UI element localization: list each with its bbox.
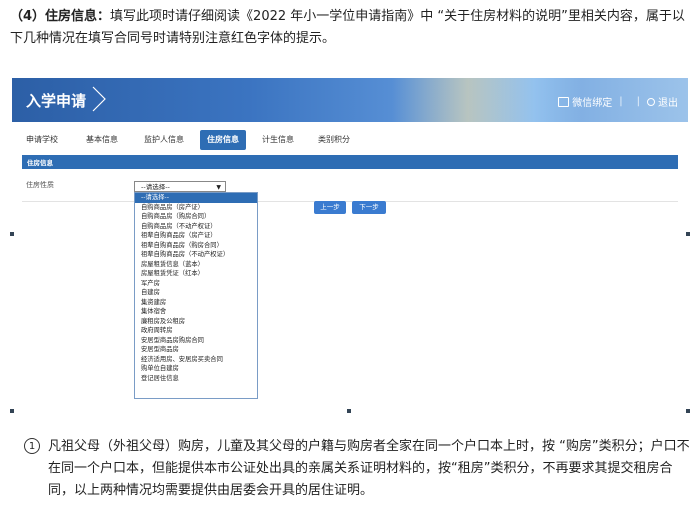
tab-guardian-info[interactable]: 监护人信息 <box>138 130 190 150</box>
dropdown-option[interactable]: 政府周转房 <box>135 326 257 336</box>
housing-type-select[interactable]: --请选择-- ▼ <box>134 181 226 192</box>
resize-handle <box>10 409 14 413</box>
form-row <box>22 169 678 202</box>
dropdown-option[interactable]: 经济适用房、安居房买卖合同 <box>135 355 257 365</box>
dropdown-option[interactable]: 祖辈自购商品房（不动产权证） <box>135 250 257 260</box>
next-step-button[interactable]: 下一步 <box>352 201 386 214</box>
dropdown-option[interactable]: 自建房 <box>135 288 257 298</box>
prev-step-button[interactable]: 上一步 <box>314 201 346 214</box>
chevron-right-icon <box>92 86 106 112</box>
tab-basic-info[interactable]: 基本信息 <box>80 130 124 150</box>
dropdown-option[interactable]: 军产房 <box>135 279 257 289</box>
dropdown-option[interactable]: 祖辈自购商品房（购房合同） <box>135 241 257 251</box>
dropdown-option[interactable]: 自购商品房（购房合同） <box>135 212 257 222</box>
note-paragraph: 1 凡祖父母（外祖父母）购房，儿童及其父母的户籍与购房者全家在同一个户口本上时，… <box>24 436 692 502</box>
tab-apply-school[interactable]: 申请学校 <box>22 130 62 150</box>
section-header: 住房信息 <box>22 155 678 169</box>
housing-type-dropdown: --请选择-- 自购商品房（房产证） 自购商品房（购房合同） 自购商品房（不动产… <box>134 192 258 399</box>
housing-type-label: 住房性质 <box>26 181 54 189</box>
dropdown-option[interactable]: 集体宿舍 <box>135 307 257 317</box>
power-icon <box>647 97 655 106</box>
tab-housing-info[interactable]: 住房信息 <box>200 130 246 150</box>
note-number: 1 <box>24 438 40 454</box>
dropdown-option[interactable]: 购单位自建房 <box>135 364 257 374</box>
dropdown-option[interactable]: 安居型商品房购房合同 <box>135 336 257 346</box>
resize-handle <box>686 232 690 236</box>
intro-paragraph: （4）住房信息：填写此项时请仔细阅读《2022 年小一学位申请指南》中 “关于住… <box>10 6 694 50</box>
tab-category-points[interactable]: 类别积分 <box>312 130 356 150</box>
header-banner-decoration <box>392 78 582 122</box>
dropdown-option[interactable]: 安居型商品房 <box>135 345 257 355</box>
app-title: 入学申请 <box>26 92 87 110</box>
dropdown-option[interactable]: 廉租房及公租房 <box>135 317 257 327</box>
logout-link[interactable]: 退出 <box>658 94 678 109</box>
separator: | <box>619 96 623 107</box>
dropdown-option[interactable]: 祖辈自购商品房（房产证） <box>135 231 257 241</box>
header-actions: 微信绑定 | | 退出 <box>558 94 678 109</box>
note-text: 凡祖父母（外祖父母）购房，儿童及其父母的户籍与购房者全家在同一个户口本上时，按 … <box>48 439 690 498</box>
dropdown-option[interactable]: 房屋租赁信息（蓝本） <box>135 260 257 270</box>
intro-text: 填写此项时请仔细阅读《2022 年小一学位申请指南》中 “关于住房材料的说明”里… <box>10 9 685 46</box>
intro-lead: （4）住房信息： <box>10 9 111 24</box>
wechat-bind-link[interactable]: 微信绑定 <box>572 94 612 109</box>
dropdown-option[interactable]: --请选择-- <box>135 193 257 203</box>
dropdown-option[interactable]: 登记居住信息 <box>135 374 257 384</box>
resize-handle <box>686 409 690 413</box>
dropdown-option[interactable]: 自购商品房（不动产权证） <box>135 222 257 232</box>
dropdown-option[interactable]: 自购商品房（房产证） <box>135 203 257 213</box>
separator: | <box>636 96 640 107</box>
app-header: 入学申请 微信绑定 | | 退出 <box>12 78 688 122</box>
dropdown-option[interactable]: 集资建房 <box>135 298 257 308</box>
resize-handle <box>10 232 14 236</box>
tab-family-planning-info[interactable]: 计生信息 <box>256 130 300 150</box>
application-screenshot: 入学申请 微信绑定 | | 退出 申请学校 基本信息 监护人信息 住房信息 计生信息 … <box>12 78 688 412</box>
select-value: --请选择-- <box>141 183 170 191</box>
resize-handle <box>347 409 351 413</box>
monitor-icon <box>558 96 570 107</box>
section-title: 住房信息 <box>27 159 53 167</box>
dropdown-option[interactable]: 房屋租赁凭证（红本） <box>135 269 257 279</box>
